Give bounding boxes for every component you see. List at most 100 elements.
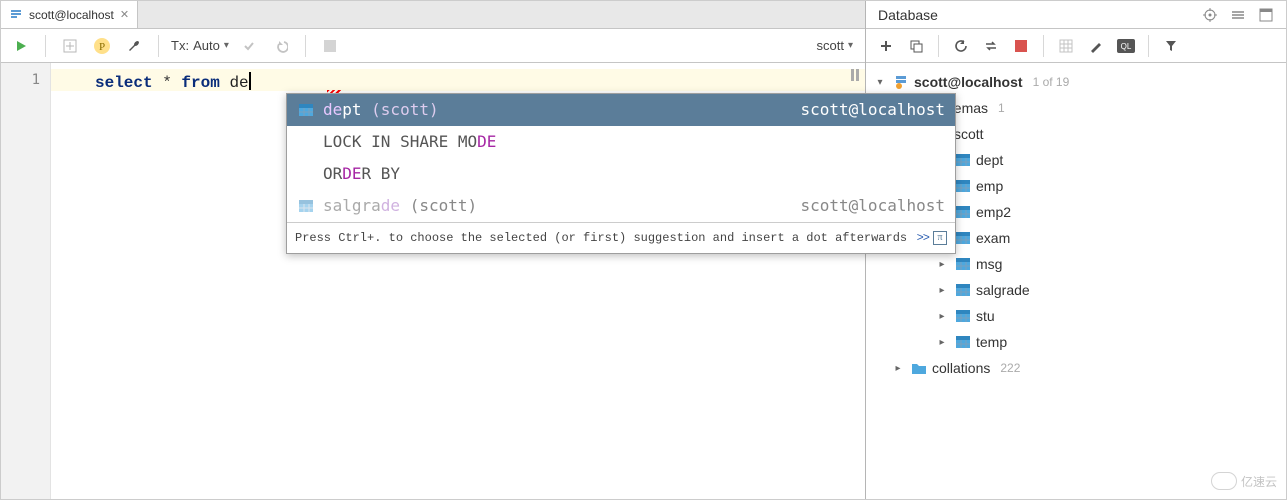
filter-button[interactable] — [1159, 34, 1183, 58]
tree-label: emp2 — [976, 204, 1011, 220]
tree-node-table[interactable]: ▸ stu — [872, 303, 1286, 329]
tree-label: scott — [954, 126, 984, 142]
autocomplete-text: salgrade (scott) — [323, 195, 793, 217]
database-panel-title: Database — [878, 7, 1192, 23]
table-icon — [297, 197, 315, 215]
table-view-button[interactable] — [1054, 34, 1078, 58]
keyword-select: select — [95, 74, 153, 92]
settings-button[interactable] — [122, 34, 146, 58]
blank-icon — [297, 133, 315, 151]
separator — [938, 35, 939, 57]
tree-label: dept — [976, 152, 1003, 168]
autocomplete-item[interactable]: ORDER BY — [287, 158, 955, 190]
table-icon — [954, 255, 972, 273]
keyword-from: from — [181, 74, 219, 92]
explain-plan-button[interactable] — [58, 34, 82, 58]
tree-node-collations[interactable]: ▸ collations 222 — [872, 355, 1286, 381]
tree-node-table[interactable]: ▸ temp — [872, 329, 1286, 355]
tab-title: scott@localhost — [29, 8, 114, 22]
tree-label: exam — [976, 230, 1010, 246]
edit-button[interactable] — [1084, 34, 1108, 58]
line-gutter: 1 — [1, 63, 51, 499]
run-button[interactable] — [9, 34, 33, 58]
pi-icon[interactable]: π — [933, 231, 947, 245]
tree-label: temp — [976, 334, 1007, 350]
autocomplete-item[interactable]: dept (scott) scott@localhost — [287, 94, 955, 126]
tx-mode-value: Auto — [193, 38, 220, 53]
database-toolbar: QL — [866, 29, 1286, 63]
tree-label: collations — [932, 360, 990, 376]
tree-node-table[interactable]: ▸ msg — [872, 251, 1286, 277]
rollback-button[interactable] — [269, 34, 293, 58]
autocomplete-text: ORDER BY — [323, 163, 945, 185]
blank-icon — [297, 165, 315, 183]
collapse-all-icon[interactable] — [1228, 5, 1248, 25]
tree-label: emp — [976, 178, 1003, 194]
console-icon — [9, 8, 23, 22]
chevron-right-icon[interactable]: ▸ — [934, 337, 950, 348]
datasource-icon — [892, 73, 910, 91]
transaction-mode-dropdown[interactable]: Tx: Auto ▾ — [171, 38, 229, 53]
tree-label: stu — [976, 308, 995, 324]
autocomplete-hint: Press Ctrl+. to choose the selected (or … — [287, 222, 955, 253]
separator — [1043, 35, 1044, 57]
table-icon — [954, 229, 972, 247]
duplicate-button[interactable] — [904, 34, 928, 58]
chevron-right-icon[interactable]: ▸ — [934, 311, 950, 322]
chevron-right-icon[interactable]: ▸ — [934, 259, 950, 270]
tree-meta: 1 — [998, 101, 1005, 115]
table-icon — [954, 281, 972, 299]
database-panel-header: Database — [866, 1, 1286, 29]
tree-node-datasource[interactable]: ▾ scott@localhost 1 of 19 — [872, 69, 1286, 95]
text-caret — [249, 72, 251, 90]
stop-button[interactable] — [1009, 34, 1033, 58]
refresh-button[interactable] — [949, 34, 973, 58]
add-datasource-button[interactable] — [874, 34, 898, 58]
separator — [158, 35, 159, 57]
editor-tab-strip: scott@localhost ✕ — [1, 1, 865, 29]
commit-button[interactable] — [237, 34, 261, 58]
pause-indicator-icon — [851, 69, 859, 81]
svg-text:P: P — [99, 41, 105, 53]
table-icon — [954, 333, 972, 351]
autocomplete-item[interactable]: salgrade (scott) scott@localhost — [287, 190, 955, 222]
chevron-right-icon[interactable]: ▸ — [934, 285, 950, 296]
more-link[interactable]: >> — [917, 227, 929, 249]
schema-selector-value: scott — [817, 38, 844, 53]
code-area[interactable]: select * from de dept (scott) scott@loca… — [51, 63, 865, 499]
chevron-down-icon: ▾ — [848, 40, 853, 51]
stop-button[interactable] — [318, 34, 342, 58]
sync-button[interactable] — [979, 34, 1003, 58]
autocomplete-item[interactable]: LOCK IN SHARE MODE — [287, 126, 955, 158]
hide-panel-icon[interactable] — [1256, 5, 1276, 25]
chevron-right-icon[interactable]: ▸ — [890, 363, 906, 374]
editor-tab[interactable]: scott@localhost ✕ — [1, 1, 138, 28]
tab-close-icon[interactable]: ✕ — [120, 8, 129, 21]
code-line[interactable]: select * from de — [51, 69, 865, 91]
tree-label: msg — [976, 256, 1002, 272]
table-icon — [297, 101, 315, 119]
line-number: 1 — [1, 69, 50, 91]
sql-editor[interactable]: 1 select * from de dept (scott) scott@lo… — [1, 63, 865, 499]
parameters-button[interactable]: P — [90, 34, 114, 58]
table-icon — [954, 203, 972, 221]
svg-text:QL: QL — [1121, 42, 1132, 51]
schema-selector[interactable]: scott ▾ — [817, 38, 858, 53]
autocomplete-text: LOCK IN SHARE MODE — [323, 131, 945, 153]
ql-console-button[interactable]: QL — [1114, 34, 1138, 58]
scroll-target-icon[interactable] — [1200, 5, 1220, 25]
autocomplete-source: scott@localhost — [801, 195, 946, 217]
tx-label: Tx: — [171, 38, 189, 53]
chevron-down-icon: ▾ — [224, 40, 229, 51]
chevron-down-icon[interactable]: ▾ — [872, 77, 888, 88]
typed-text: de — [229, 74, 248, 92]
tree-meta: 1 of 19 — [1033, 75, 1070, 89]
hint-text: Press Ctrl+. to choose the selected (or … — [295, 227, 913, 249]
table-icon — [954, 307, 972, 325]
separator — [305, 35, 306, 57]
tree-node-table[interactable]: ▸salgrade — [872, 277, 1286, 303]
tree-label: scott@localhost — [914, 74, 1023, 90]
separator — [45, 35, 46, 57]
folder-icon — [910, 359, 928, 377]
autocomplete-source: scott@localhost — [801, 99, 946, 121]
